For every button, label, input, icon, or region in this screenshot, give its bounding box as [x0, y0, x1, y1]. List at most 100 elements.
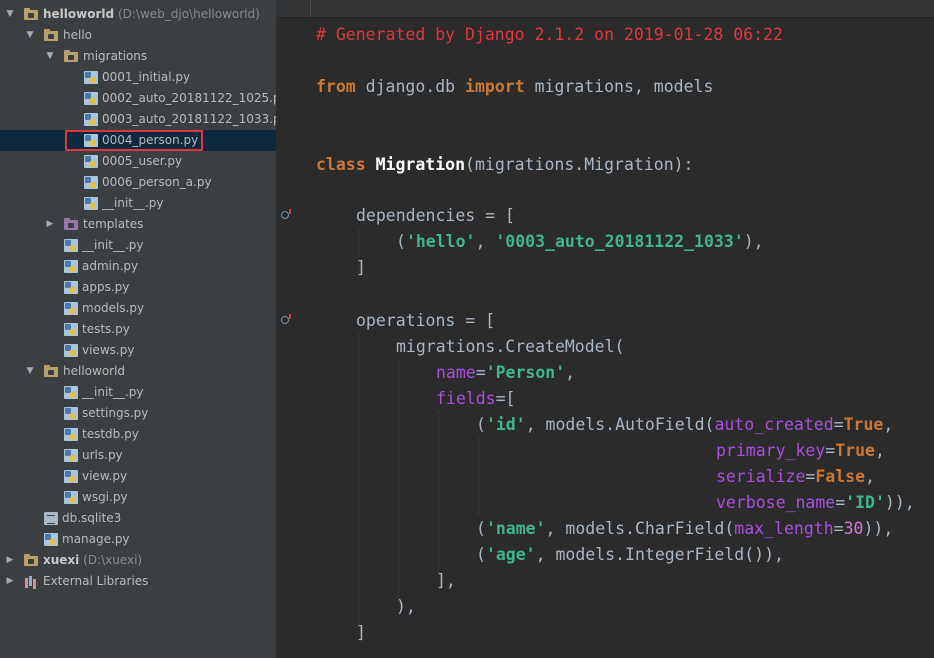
- file-label: testdb.py: [82, 427, 139, 441]
- file-label: apps.py: [82, 280, 130, 294]
- override-marker-icon[interactable]: [280, 208, 292, 220]
- file-label: db.sqlite3: [62, 511, 122, 525]
- expand-arrow-icon[interactable]: ▼: [24, 25, 36, 46]
- python-file-icon: [64, 386, 78, 399]
- python-file-icon: [84, 92, 98, 105]
- tree-file-helloworld-init[interactable]: __init__.py: [0, 382, 276, 403]
- tree-file-apps[interactable]: apps.py: [0, 277, 276, 298]
- tree-file-settings[interactable]: settings.py: [0, 403, 276, 424]
- tree-node-helloworld-package[interactable]: ▼ helloworld: [0, 361, 276, 382]
- code-editor[interactable]: # Generated by Django 2.1.2 on 2019-01-2…: [276, 0, 934, 658]
- python-file-icon: [64, 491, 78, 504]
- editor-tab-strip: [276, 0, 934, 18]
- tree-file-models[interactable]: models.py: [0, 298, 276, 319]
- code-line-16: ('id', models.AutoField(auto_created=Tru…: [476, 415, 894, 434]
- expand-arrow-icon[interactable]: ▼: [24, 361, 36, 382]
- collapse-arrow-icon[interactable]: ▶: [44, 214, 56, 235]
- python-file-icon: [64, 323, 78, 336]
- code-line-19: verbose_name='ID')),: [716, 493, 915, 512]
- file-label: __init__.py: [82, 385, 144, 399]
- code-line-9: ('hello', '0003_auto_20181122_1033'),: [396, 232, 764, 251]
- file-label: 0001_initial.py: [102, 70, 191, 84]
- file-label: 0005_user.py: [102, 154, 183, 168]
- tree-node-templates[interactable]: ▶ templates: [0, 214, 276, 235]
- folder-icon: [44, 29, 58, 42]
- code-line-17: primary_key=True,: [716, 441, 885, 460]
- tree-file-migrations-init[interactable]: __init__.py: [0, 193, 276, 214]
- collapse-arrow-icon[interactable]: ▶: [4, 571, 16, 592]
- code-line-24: ]: [356, 623, 366, 642]
- python-file-icon: [64, 428, 78, 441]
- code-line-12: operations = [: [356, 311, 496, 330]
- code-line-18: serialize=False,: [716, 467, 875, 486]
- tree-file-manage[interactable]: manage.py: [0, 529, 276, 550]
- python-file-icon: [84, 197, 98, 210]
- tree-file-db-sqlite3[interactable]: db.sqlite3: [0, 508, 276, 529]
- code-line-3: from django.db import migrations, models: [316, 77, 714, 96]
- tree-file-wsgi[interactable]: wsgi.py: [0, 487, 276, 508]
- file-label: 0004_person.py: [102, 133, 199, 147]
- python-file-icon: [84, 113, 98, 126]
- python-file-icon: [64, 449, 78, 462]
- tree-file-0005-user[interactable]: 0005_user.py: [0, 151, 276, 172]
- tree-file-testdb[interactable]: testdb.py: [0, 424, 276, 445]
- file-label: settings.py: [82, 406, 149, 420]
- project-path: (D:\xuexi): [83, 553, 143, 567]
- python-file-icon: [64, 260, 78, 273]
- tree-file-tests[interactable]: tests.py: [0, 319, 276, 340]
- tree-file-0002-auto[interactable]: 0002_auto_20181122_1025.py: [0, 88, 276, 109]
- code-line-21: ('age', models.IntegerField()),: [476, 545, 784, 564]
- tree-file-view[interactable]: view.py: [0, 466, 276, 487]
- project-name: helloworld: [43, 7, 115, 21]
- folder-icon: [64, 50, 78, 63]
- library-icon: [24, 575, 38, 588]
- tree-node-external-libraries[interactable]: ▶ External Libraries: [0, 571, 276, 592]
- code-line-8: dependencies = [: [356, 206, 515, 225]
- tree-file-urls[interactable]: urls.py: [0, 445, 276, 466]
- tree-node-migrations[interactable]: ▼ migrations: [0, 46, 276, 67]
- file-label: models.py: [82, 301, 145, 315]
- code-line-1: # Generated by Django 2.1.2 on 2019-01-2…: [316, 25, 783, 44]
- python-file-icon: [64, 344, 78, 357]
- folder-label: migrations: [83, 49, 148, 63]
- file-label: 0006_person_a.py: [102, 175, 212, 189]
- file-label: view.py: [82, 469, 128, 483]
- folder-label: External Libraries: [43, 574, 149, 588]
- tree-file-hello-init[interactable]: __init__.py: [0, 235, 276, 256]
- expand-arrow-icon[interactable]: ▼: [4, 4, 16, 25]
- file-label: manage.py: [62, 532, 130, 546]
- tree-file-0004-person[interactable]: 0004_person.py: [0, 130, 276, 151]
- tree-file-admin[interactable]: admin.py: [0, 256, 276, 277]
- project-tree: ▼ helloworld (D:\web_djo\helloworld) ▼ h…: [0, 0, 276, 658]
- python-file-icon: [64, 239, 78, 252]
- code-line-22: ],: [436, 571, 456, 590]
- tree-file-0006-person-a[interactable]: 0006_person_a.py: [0, 172, 276, 193]
- folder-icon: [64, 218, 78, 231]
- file-label: 0003_auto_20181122_1033.py: [102, 112, 276, 126]
- collapse-arrow-icon[interactable]: ▶: [4, 550, 16, 571]
- folder-label: hello: [63, 28, 92, 42]
- file-label: views.py: [82, 343, 135, 357]
- tree-file-0003-auto[interactable]: 0003_auto_20181122_1033.py: [0, 109, 276, 130]
- tree-node-hello[interactable]: ▼ hello: [0, 25, 276, 46]
- code-line-20: ('name', models.CharField(max_length=30)…: [476, 519, 894, 538]
- folder-label: helloworld: [63, 364, 126, 378]
- tree-file-0001-initial[interactable]: 0001_initial.py: [0, 67, 276, 88]
- override-marker-icon[interactable]: [280, 313, 292, 325]
- python-file-icon: [64, 407, 78, 420]
- tree-node-xuexi-project[interactable]: ▶ xuexi (D:\xuexi): [0, 550, 276, 571]
- project-name: xuexi: [43, 553, 80, 567]
- python-file-icon: [84, 176, 98, 189]
- code-line-15: fields=[: [436, 389, 516, 408]
- tree-file-views[interactable]: views.py: [0, 340, 276, 361]
- folder-icon: [24, 8, 38, 21]
- tree-node-helloworld-project[interactable]: ▼ helloworld (D:\web_djo\helloworld): [0, 4, 276, 25]
- file-label: 0002_auto_20181122_1025.py: [102, 91, 276, 105]
- file-label: wsgi.py: [82, 490, 128, 504]
- python-file-icon: [44, 533, 58, 546]
- python-file-icon: [64, 281, 78, 294]
- code-line-10: ]: [356, 258, 366, 277]
- python-file-icon: [84, 71, 98, 84]
- expand-arrow-icon[interactable]: ▼: [44, 46, 56, 67]
- file-label: tests.py: [82, 322, 130, 336]
